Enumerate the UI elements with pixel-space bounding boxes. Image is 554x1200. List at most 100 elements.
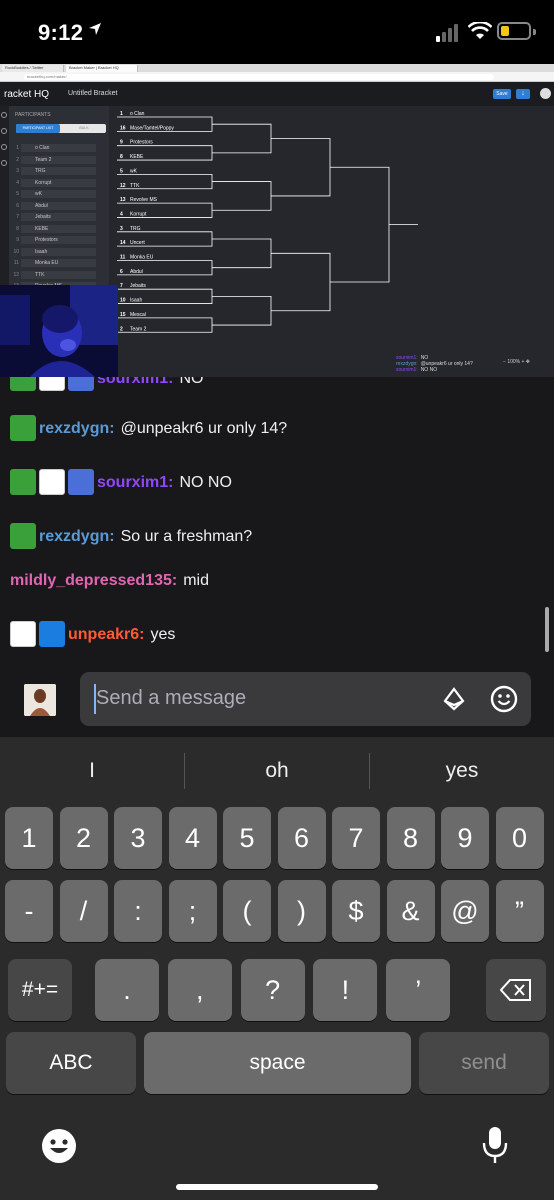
key-1[interactable]: 1 [5,807,53,869]
key-7[interactable]: 7 [332,807,380,869]
crown-badge-icon[interactable] [39,620,65,647]
suggestion-1[interactable]: I [0,759,184,783]
key-6[interactable]: 6 [277,807,326,869]
bracket-seed: 14 [120,240,126,246]
bracket-connector [242,238,300,269]
bracket-seed: 6 [120,269,123,275]
bracket-seed: 2 [120,326,123,332]
emote-picker-icon[interactable] [490,685,518,713]
key-2[interactable]: 2 [59,807,108,869]
key-8[interactable]: 8 [386,807,435,869]
chat-input-bar: Send a message [0,660,554,737]
bracket-connector [242,181,300,211]
bracket-connector [242,295,300,326]
chat-text: mid [183,572,209,589]
chat-scrollbar[interactable] [545,607,549,652]
symbol-key[interactable]: & [386,880,435,942]
sub-badge-icon[interactable] [10,620,36,647]
sword-badge-icon[interactable] [10,468,36,495]
bracket-connector [182,288,242,304]
sword-badge-icon[interactable] [10,522,36,549]
overlay-chat: sourxim1: NO rexzdygn: @unpeakr6 ur only 14… [396,355,516,377]
bracket-team: Team 2 [130,326,147,332]
send-key[interactable]: send [419,1032,549,1094]
chat-username[interactable]: rexzdygn: [39,420,115,437]
bracket-team: Monka EU [130,255,154,261]
bracket-seed: 4 [120,211,123,217]
bracket-team: Uncert [130,240,145,246]
symbol-key[interactable]: : [114,880,162,942]
user-avatar[interactable] [24,684,56,716]
bracket-team: Protestors [130,140,153,146]
zoom-control: − 100% + ✥ [503,359,530,365]
symbol-key[interactable]: ) [277,880,326,942]
message-input[interactable]: Send a message [80,672,531,726]
avatar-image [24,684,56,716]
symbol-key[interactable]: - [5,880,53,942]
bracket-team: Mescal [130,312,146,318]
bracket-seed: 9 [120,140,123,146]
suggestion-2[interactable]: oh [185,759,369,783]
bracket-connector [360,166,418,283]
symbol-key[interactable]: / [59,880,108,942]
backspace-key[interactable] [486,959,546,1021]
bracket-seed: 11 [120,255,126,261]
sub-badge-icon[interactable] [39,468,65,495]
symbol-key[interactable]: ” [495,880,544,942]
clock: 9:12 [38,20,84,45]
phone-screen: { "status": {"time": "9:12"}, "browser":… [0,0,554,1200]
chat-username[interactable]: rexzdygn: [39,528,115,545]
emoji-keyboard-icon[interactable] [40,1127,78,1165]
key-4[interactable]: 4 [168,807,217,869]
abc-key[interactable]: ABC [6,1032,136,1094]
key-5[interactable]: 5 [223,807,271,869]
chat-message: rexzdygn: So ur a freshman? [10,522,252,551]
chat-username[interactable]: sourxim1: [97,377,173,387]
punctuation-key[interactable]: , [167,959,232,1021]
cellular-signal-icon [436,24,458,42]
sword-badge-icon[interactable] [10,377,36,391]
status-bar: 9:12 [0,0,554,64]
suggestion-3[interactable]: yes [370,759,554,783]
chat-message: rexzdygn: @unpeakr6 ur only 14? [10,414,288,443]
microphone-icon[interactable] [481,1125,509,1165]
symbol-key[interactable]: $ [332,880,380,942]
overlay-chat-user: sourxim1: [396,367,418,373]
bracket-seed: 10 [120,298,126,304]
ios-keyboard: I oh yes 1 2 3 4 5 6 7 8 9 0 - /:;() $ & @”.,?!’ #+= A… [0,737,554,1200]
chat-username[interactable]: mildly_depressed135: [10,572,177,589]
sub-badge-icon[interactable] [39,377,65,391]
bracket-team: Isaah [130,298,142,304]
chat-panel[interactable]: sourxim1: NO rexzdygn: @unpeakr6 ur only 14… [0,377,554,660]
bracket-team: Mase/Tamtel/Poppy [130,125,174,131]
symbol-key[interactable]: ( [223,880,271,942]
stream-video[interactable]: RockBuddies / Twitter Bracket Maker | Br… [0,64,554,377]
bracket-team: Abdul [130,269,143,275]
symbols-toggle-key[interactable]: #+= [8,959,72,1021]
key-3[interactable]: 3 [114,807,162,869]
punctuation-key[interactable]: ? [240,959,305,1021]
bracket-team: o Clan [130,111,145,117]
gift-badge-icon[interactable] [68,377,94,391]
chat-text: @unpeakr6 ur only 14? [120,420,288,437]
punctuation-key[interactable]: . [95,959,159,1021]
space-key[interactable]: space [144,1032,411,1094]
bits-icon[interactable] [442,687,466,711]
punctuation-key[interactable]: ! [313,959,378,1021]
symbol-key[interactable]: @ [441,880,489,942]
bracket-team: Revolve MS [130,197,158,203]
chat-username[interactable]: sourxim1: [97,474,173,491]
home-indicator[interactable] [176,1184,378,1190]
gift-badge-icon[interactable] [68,468,94,495]
symbol-key[interactable]: ; [168,880,217,942]
bracket-team: TRG [130,226,141,232]
chat-message: unpeakr6: yes [10,620,175,649]
key-9[interactable]: 9 [441,807,489,869]
wifi-icon [468,22,492,39]
sword-badge-icon[interactable] [10,414,36,441]
chat-username[interactable]: unpeakr6: [68,626,144,643]
webcam-overlay [0,285,118,377]
key-0[interactable]: 0 [495,807,544,869]
bracket-connector [182,145,242,161]
punctuation-key[interactable]: ’ [386,959,451,1021]
